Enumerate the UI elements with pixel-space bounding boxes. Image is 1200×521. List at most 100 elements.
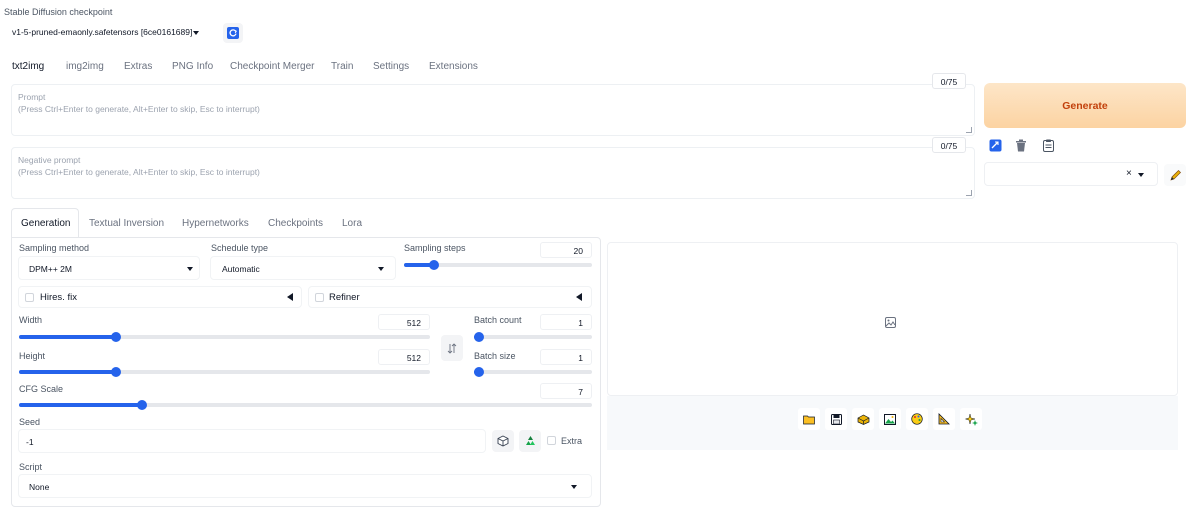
- checkpoint-value: v1-5-pruned-emaonly.safetensors [6ce0161…: [12, 27, 193, 37]
- height-slider[interactable]: [19, 367, 430, 377]
- tab-checkpoints[interactable]: Checkpoints: [268, 218, 323, 229]
- tab-checkpoint-merger[interactable]: Checkpoint Merger: [230, 61, 314, 72]
- image-placeholder-icon: [885, 317, 896, 328]
- refresh-icon: [227, 27, 239, 39]
- swap-dimensions-button[interactable]: [441, 335, 463, 361]
- edit-styles-button[interactable]: [1037, 134, 1059, 156]
- dice-icon: [497, 435, 509, 447]
- prompt-token-counter: 0/75: [932, 73, 966, 89]
- clear-prompt-button[interactable]: [1010, 134, 1032, 156]
- checkpoint-dropdown[interactable]: v1-5-pruned-emaonly.safetensors [6ce0161…: [4, 22, 212, 42]
- extra-seed-checkbox[interactable]: [547, 436, 556, 445]
- triangle-ruler-icon: [938, 413, 950, 425]
- pencil-icon: [1169, 169, 1181, 181]
- tab-settings[interactable]: Settings: [373, 61, 409, 72]
- width-input[interactable]: 512: [378, 314, 430, 330]
- sampling-method-dropdown[interactable]: DPM++ 2M: [18, 256, 200, 280]
- height-input[interactable]: 512: [378, 349, 430, 365]
- tab-extensions[interactable]: Extensions: [429, 61, 478, 72]
- output-toolbar: [607, 396, 1178, 450]
- open-folder-button[interactable]: [798, 408, 820, 430]
- tab-png-info[interactable]: PNG Info: [172, 61, 213, 72]
- script-label: Script: [19, 462, 43, 472]
- styles-dropdown[interactable]: ×: [984, 162, 1158, 186]
- clear-styles-icon[interactable]: ×: [1126, 168, 1132, 179]
- chevron-down-icon: [378, 267, 384, 271]
- clipboard-icon: [1042, 139, 1054, 152]
- save-button[interactable]: [825, 408, 847, 430]
- generate-button[interactable]: Generate: [984, 83, 1186, 128]
- batch-count-slider[interactable]: [474, 332, 592, 342]
- schedule-type-dropdown[interactable]: Automatic: [210, 256, 396, 280]
- slider-thumb[interactable]: [474, 367, 484, 377]
- upscale-button[interactable]: [960, 408, 982, 430]
- generate-label: Generate: [1062, 99, 1108, 112]
- schedule-type-label: Schedule type: [211, 243, 269, 253]
- apply-styles-button[interactable]: [984, 134, 1006, 156]
- batch-size-input[interactable]: 1: [540, 349, 592, 365]
- negative-prompt-token-counter: 0/75: [932, 137, 966, 153]
- height-label: Height: [19, 351, 46, 361]
- refiner-label: Refiner: [329, 292, 360, 303]
- seed-label: Seed: [19, 417, 41, 427]
- cfg-scale-label: CFG Scale: [19, 384, 64, 394]
- negative-prompt-textarea[interactable]: Negative prompt (Press Ctrl+Enter to gen…: [11, 147, 975, 199]
- sampling-steps-input[interactable]: 20: [540, 242, 592, 258]
- hires-fix-checkbox[interactable]: [25, 293, 34, 302]
- prompt-label: Prompt: [18, 92, 46, 102]
- tab-lora[interactable]: Lora: [342, 218, 362, 229]
- save-style-button[interactable]: [1164, 164, 1186, 186]
- tab-txt2img[interactable]: txt2img: [12, 61, 44, 72]
- send-to-extras-button[interactable]: [933, 408, 955, 430]
- send-to-inpaint-button[interactable]: [906, 408, 928, 430]
- hires-fix-label: Hires. fix: [40, 292, 77, 303]
- collapse-arrow-icon[interactable]: [287, 293, 293, 301]
- batch-size-slider[interactable]: [474, 367, 592, 377]
- chevron-down-icon: [187, 267, 193, 271]
- width-label: Width: [19, 315, 43, 325]
- script-dropdown[interactable]: None: [18, 474, 592, 498]
- negative-prompt-label: Negative prompt: [18, 155, 81, 165]
- zip-button[interactable]: [852, 408, 874, 430]
- batch-count-input[interactable]: 1: [540, 314, 592, 330]
- tab-train[interactable]: Train: [331, 61, 353, 72]
- cfg-scale-input[interactable]: 7: [540, 383, 592, 399]
- sampling-method-value: DPM++ 2M: [29, 264, 72, 274]
- output-gallery: [607, 242, 1178, 396]
- folder-icon: [803, 415, 815, 424]
- schedule-type-value: Automatic: [222, 264, 260, 274]
- sparkle-icon: [964, 413, 978, 426]
- cfg-scale-slider[interactable]: [19, 400, 592, 410]
- tab-hypernetworks[interactable]: Hypernetworks: [182, 218, 249, 229]
- sampling-steps-slider[interactable]: [404, 260, 592, 270]
- tab-generation[interactable]: Generation: [21, 218, 70, 229]
- tab-textual-inversion[interactable]: Textual Inversion: [89, 218, 164, 229]
- refiner-checkbox[interactable]: [315, 293, 324, 302]
- palette-icon: [911, 413, 923, 425]
- tab-img2img[interactable]: img2img: [66, 61, 104, 72]
- batch-count-label: Batch count: [474, 315, 522, 325]
- checkpoint-label: Stable Diffusion checkpoint: [4, 7, 113, 17]
- sampling-method-label: Sampling method: [19, 243, 90, 253]
- width-slider[interactable]: [19, 332, 430, 342]
- resize-handle-icon[interactable]: [966, 190, 972, 196]
- seed-value: -1: [26, 437, 34, 447]
- random-seed-button[interactable]: [492, 430, 514, 452]
- refresh-checkpoint-button[interactable]: [223, 23, 243, 43]
- slider-thumb[interactable]: [474, 332, 484, 342]
- archive-box-icon: [857, 414, 869, 425]
- seed-input[interactable]: -1: [18, 429, 486, 453]
- sub-tabs: Generation Textual Inversion Hypernetwor…: [11, 208, 976, 238]
- collapse-arrow-icon[interactable]: [576, 293, 582, 301]
- slider-thumb[interactable]: [428, 260, 439, 270]
- floppy-disk-icon: [830, 413, 842, 425]
- checkbox-arrow-icon: [989, 139, 1001, 151]
- refiner-accordion[interactable]: Refiner: [308, 286, 592, 308]
- prompt-textarea[interactable]: Prompt (Press Ctrl+Enter to generate, Al…: [11, 84, 975, 136]
- hires-fix-accordion[interactable]: Hires. fix: [18, 286, 302, 308]
- resize-handle-icon[interactable]: [966, 127, 972, 133]
- send-to-img2img-button[interactable]: [879, 408, 901, 430]
- prompt-placeholder: (Press Ctrl+Enter to generate, Alt+Enter…: [18, 104, 260, 114]
- reuse-seed-button[interactable]: [519, 430, 541, 452]
- tab-extras[interactable]: Extras: [124, 61, 152, 72]
